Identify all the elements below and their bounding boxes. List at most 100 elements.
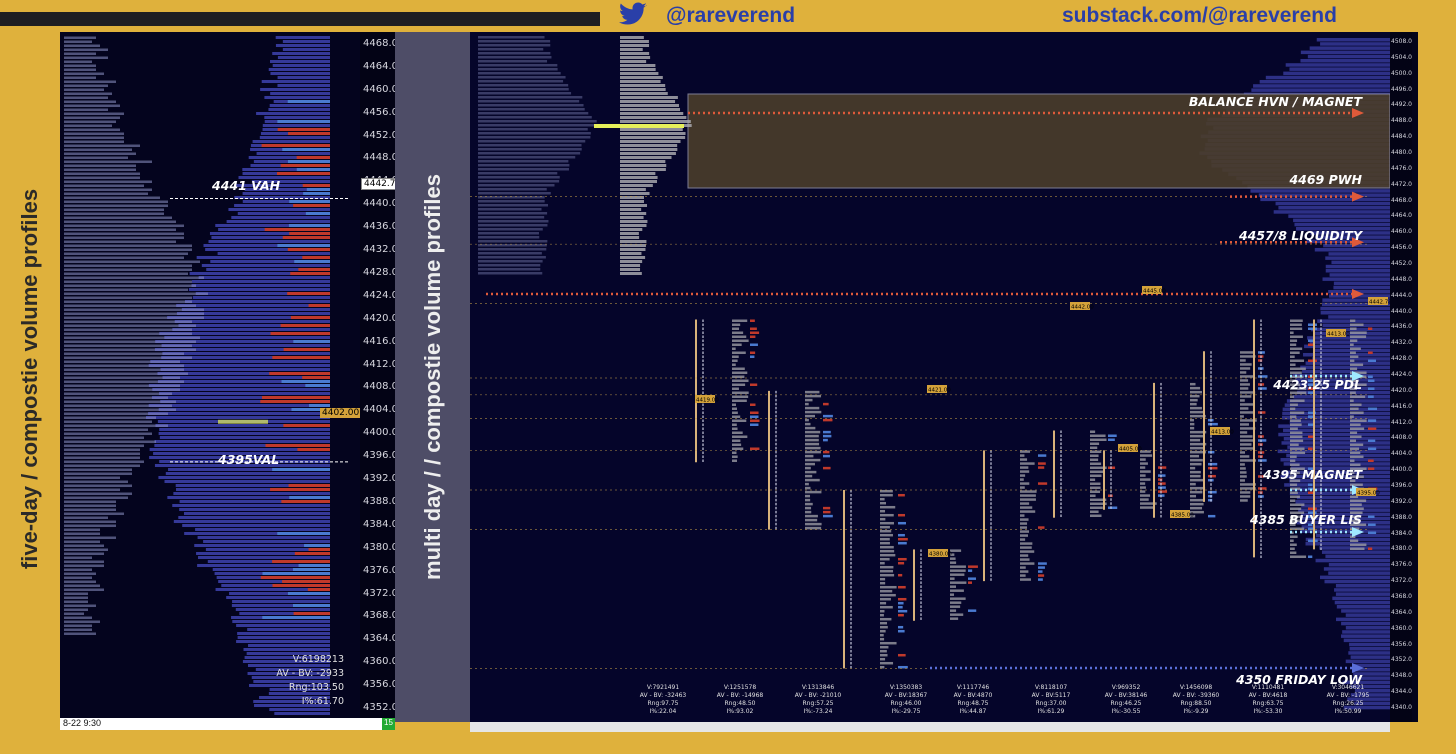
day-profile-bar: [620, 228, 643, 231]
tpo-letters: [775, 498, 777, 502]
composite-profile-bar: [1250, 189, 1390, 193]
tpo-letters: [64, 304, 196, 307]
tpo-letters: [1060, 494, 1062, 497]
day-profile-bar: [880, 505, 896, 509]
volume-bar: [260, 400, 330, 403]
day-profile-bar: [1290, 395, 1295, 398]
profile-bar: [259, 136, 330, 139]
volume-bar: [305, 212, 330, 215]
day-profile-bar: [620, 72, 659, 75]
volume-bar: [898, 533, 905, 537]
composite-profile-bar: [1309, 46, 1390, 50]
stat-imbalance: I%:61.70: [301, 696, 344, 707]
composite-profile-bar: [1334, 588, 1390, 592]
day-profile-bar: [732, 371, 748, 374]
tpo-letters: [64, 628, 92, 631]
profile-bar: [270, 72, 330, 75]
tpo-letters: [1320, 543, 1322, 546]
day-profile-bar: [1240, 367, 1251, 370]
tpo-letters: [64, 272, 188, 275]
time-axis-strip[interactable]: [470, 722, 1390, 732]
tpo-letters: [1260, 395, 1262, 398]
day-profile-bar: [732, 439, 741, 442]
day-profile-bar: [1290, 551, 1297, 554]
tpo-letters: [850, 645, 852, 649]
profile-bar: [256, 112, 330, 115]
tpo-letters: [1160, 446, 1162, 450]
tpo-letters: [850, 561, 852, 565]
day-profile-bar: [620, 256, 646, 259]
multi-day-price-axis[interactable]: 4508.00 4504.00 4500.00 4496.00 4492.00 4488.…: [1390, 32, 1416, 722]
composite-profile-bar: [1349, 647, 1390, 651]
volume-bar: [1108, 506, 1118, 509]
tpo-letters: [1210, 479, 1212, 482]
day-profile-bar: [1240, 363, 1252, 366]
substack-url[interactable]: substack.com/@rareverend: [1062, 4, 1337, 28]
day-profile-bar: [1290, 355, 1295, 358]
stat-volume: V:6198213: [292, 654, 344, 665]
volume-bar: [265, 444, 330, 447]
day-profile-bar: [620, 64, 656, 67]
tpo-letters: [64, 472, 132, 475]
day-profile-bar: [1190, 410, 1204, 414]
tpo-letters: [1060, 466, 1062, 469]
tpo-letters: [1060, 446, 1062, 449]
tpo-letters: [1260, 431, 1262, 434]
day-profile-bar: [1240, 475, 1247, 478]
tpo-letters: [64, 512, 124, 515]
day-profile-bar: [1190, 438, 1201, 442]
tpo-letters: [920, 593, 922, 596]
day-profile-bar: [1290, 411, 1305, 414]
volume-bar: [1368, 407, 1378, 410]
datetime-field[interactable]: 8-22 9:30: [60, 718, 390, 730]
composite-profile-bar: [1334, 600, 1390, 605]
day-profile-bar: [880, 549, 895, 553]
tpo-letters: [1320, 503, 1322, 506]
five-day-price-axis[interactable]: 4468.00 4464.00 4460.00 4456.00 4452.00 4448.…: [360, 32, 404, 718]
tpo-letters: [850, 553, 852, 557]
tpo-letters: [702, 359, 704, 362]
price-tag-text: 4380.00: [929, 552, 952, 558]
composite-profile-bar: [1305, 537, 1390, 542]
day-profile-bar: [1350, 335, 1367, 338]
tpo-letters: [1210, 351, 1212, 354]
volume-bar: [1208, 422, 1218, 426]
tpo-letters: [64, 124, 112, 127]
tpo-letters: [1320, 343, 1322, 346]
volume-bar: [898, 613, 904, 617]
day-profile-bar: [1190, 506, 1203, 510]
day-profile-bar: [620, 128, 683, 131]
tpo-letters: [1110, 506, 1112, 509]
tpo-letters: [1110, 470, 1112, 473]
middle-side-title: multi day / / compostie volume profiles: [395, 32, 470, 722]
tpo-letters: [1260, 359, 1262, 362]
day-profile-bar: [620, 208, 642, 211]
composite-profile-bar: [1300, 59, 1390, 63]
tpo-letters: [920, 561, 922, 564]
day-profile-bar: [1240, 447, 1255, 450]
profile-bar: [264, 96, 330, 99]
volume-bar: [272, 584, 330, 587]
day-profile-bar: [1240, 351, 1254, 354]
composite-profile-bar: [1341, 621, 1390, 626]
tpo-letters: [1160, 386, 1162, 390]
profile-bar: [268, 68, 330, 71]
tpo-letters: [850, 513, 852, 517]
day-profile-bar: [620, 244, 646, 247]
day-profile-bar: [1020, 578, 1031, 581]
tpo-letters: [1060, 486, 1062, 489]
twitter-handle[interactable]: @rareverend: [666, 4, 795, 28]
volume-bar: [898, 573, 903, 577]
day-profile-bar: [880, 605, 893, 609]
day-profile-bar: [1190, 502, 1204, 506]
composite-profile-bar: [1335, 592, 1390, 596]
day-profile-bar: [1290, 347, 1303, 350]
day-profile-bar: [1350, 395, 1366, 398]
tpo-letters: [775, 422, 777, 426]
tpo-letters: [775, 478, 777, 482]
composite-profile-bar: [1335, 617, 1390, 622]
tpo-letters: [920, 589, 922, 592]
day-profile-bar: [805, 438, 819, 442]
volume-bar: [1208, 466, 1218, 470]
tpo-letters: [990, 566, 992, 569]
